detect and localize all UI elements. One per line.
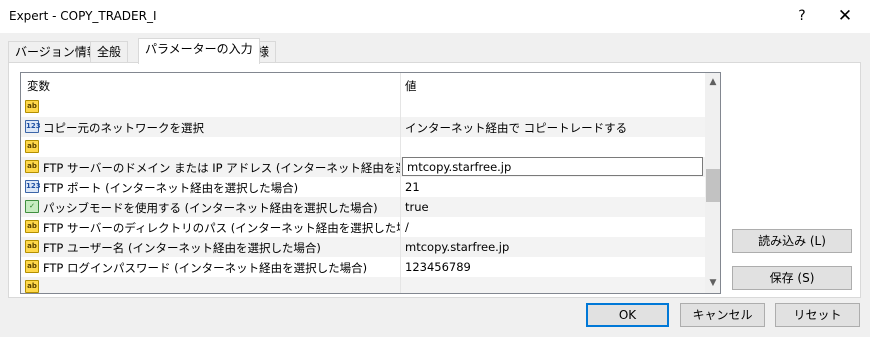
param-name: FTP ログインパスワード (インターネット経由を選択した場合): [43, 261, 368, 275]
param-value[interactable]: 21: [405, 180, 420, 194]
string-icon: ab: [25, 220, 39, 233]
integer-icon: 123: [25, 120, 41, 133]
reset-button[interactable]: リセット: [775, 303, 860, 327]
scrollbar-thumb[interactable]: [706, 169, 720, 202]
vertical-scrollbar[interactable]: ▲ ▼: [705, 73, 720, 293]
table-row[interactable]: ab FTP サーバーのディレクトリのパス (インターネット経由を選択した場合) …: [21, 217, 705, 237]
column-divider[interactable]: [400, 73, 401, 97]
string-icon: ab: [25, 100, 39, 113]
table-row[interactable]: ✓ パッシブモードを使用する (インターネット経由を選択した場合) true: [21, 197, 705, 217]
close-button[interactable]: ✕: [830, 3, 860, 29]
load-button[interactable]: 読み込み (L): [732, 229, 852, 253]
window-title: Expert - COPY_TRADER_I: [9, 9, 157, 23]
cancel-button[interactable]: キャンセル: [680, 303, 765, 327]
table-row[interactable]: ab: [21, 97, 705, 117]
table-row[interactable]: 123 FTP ポート (インターネット経由を選択した場合) 21: [21, 177, 705, 197]
param-name: パッシブモードを使用する (インターネット経由を選択した場合): [43, 201, 378, 215]
param-name: FTP サーバーのディレクトリのパス (インターネット経由を選択した場合): [43, 221, 401, 235]
grid-header: 変数 値: [21, 73, 705, 97]
param-name: FTP サーバーのドメイン または IP アドレス (インターネット経由を選択し…: [43, 161, 400, 175]
param-name: FTP ユーザー名 (インターネット経由を選択した場合): [43, 241, 321, 255]
title-bar: Expert - COPY_TRADER_I ? ✕: [0, 0, 870, 33]
table-row[interactable]: ab: [21, 277, 705, 293]
tab-input-parameters[interactable]: パラメーターの入力: [138, 38, 260, 64]
string-icon: ab: [25, 260, 39, 273]
scroll-down-icon[interactable]: ▼: [705, 275, 720, 292]
string-icon: ab: [25, 240, 39, 253]
string-icon: ab: [25, 280, 39, 293]
string-icon: ab: [25, 160, 39, 173]
tab-general[interactable]: 全般: [90, 41, 129, 63]
column-header-value[interactable]: 値: [405, 78, 417, 94]
save-button[interactable]: 保存 (S): [732, 266, 852, 290]
param-name: コピー元のネットワークを選択: [43, 121, 204, 135]
string-icon: ab: [25, 140, 39, 153]
column-header-variable[interactable]: 変数: [27, 78, 50, 94]
param-value[interactable]: 123456789: [405, 260, 471, 274]
param-name: FTP ポート (インターネット経由を選択した場合): [43, 181, 299, 195]
param-value-edit-field[interactable]: mtcopy.starfree.jp: [402, 157, 703, 176]
param-value[interactable]: インターネット経由で コピートレードする: [405, 120, 627, 136]
bool-icon: ✓: [25, 200, 39, 213]
param-value[interactable]: mtcopy.starfree.jp: [407, 160, 511, 174]
param-value[interactable]: mtcopy.starfree.jp: [405, 240, 509, 254]
table-row[interactable]: ab FTP ログインパスワード (インターネット経由を選択した場合) 12345…: [21, 257, 705, 277]
param-value[interactable]: true: [405, 200, 429, 214]
table-row[interactable]: ab FTP サーバーのドメイン または IP アドレス (インターネット経由を選…: [21, 157, 705, 177]
parameters-grid[interactable]: 変数 値 ab 123 コピー元のネットワークを選択 インターネット経由で コピー…: [20, 72, 721, 294]
help-button[interactable]: ?: [789, 3, 815, 29]
integer-icon: 123: [25, 180, 41, 193]
table-row[interactable]: 123 コピー元のネットワークを選択 インターネット経由で コピートレードする: [21, 117, 705, 137]
table-row[interactable]: ab FTP ユーザー名 (インターネット経由を選択した場合) mtcopy.st…: [21, 237, 705, 257]
table-row[interactable]: ab: [21, 137, 705, 157]
param-value[interactable]: /: [405, 220, 409, 234]
ok-button[interactable]: OK: [586, 303, 669, 327]
scroll-up-icon[interactable]: ▲: [705, 74, 720, 91]
